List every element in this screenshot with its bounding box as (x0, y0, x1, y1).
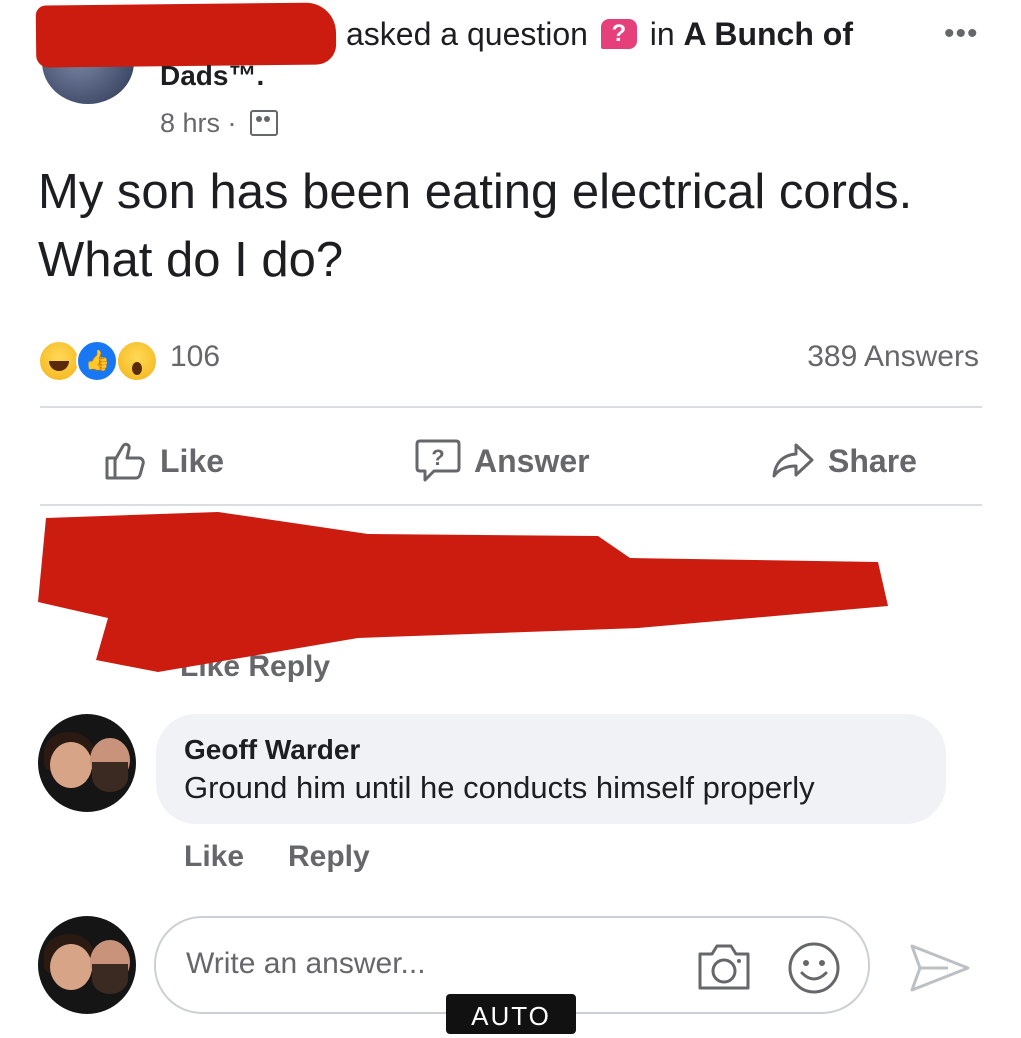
like-label: Like (160, 442, 225, 479)
share-label: Share (828, 442, 917, 479)
share-button[interactable]: Share (770, 436, 917, 486)
question-text: My son has been eating electrical cords.… (38, 165, 913, 287)
comment-bubble (156, 714, 946, 824)
reaction-count[interactable]: 106 (170, 340, 220, 374)
comment-text: Ground him until he conducts himself pro… (184, 770, 815, 805)
comment-reply-button[interactable]: Reply (288, 840, 370, 874)
divider (40, 406, 982, 408)
camera-icon[interactable] (694, 940, 754, 994)
group-audience-icon (250, 109, 279, 136)
thumbs-up-icon (105, 442, 145, 480)
post-header: asked a question ? in A Bunch of (346, 16, 853, 53)
action-text: asked a question (346, 16, 588, 52)
share-arrow-icon (772, 443, 814, 478)
group-name-continued[interactable]: Dads™. (160, 60, 264, 92)
wow-icon (116, 340, 158, 382)
answer-button[interactable]: ? Answer (414, 436, 590, 486)
emoji-icon[interactable] (786, 940, 842, 996)
answer-input[interactable] (184, 946, 668, 982)
group-name-link[interactable]: A Bunch of (684, 16, 853, 52)
in-text: in (649, 16, 675, 52)
redacted-comment (38, 512, 888, 672)
auto-badge: AUTO (446, 994, 576, 1034)
commenter-avatar[interactable] (38, 714, 136, 812)
comment-like-button[interactable]: Like (184, 840, 244, 874)
post-timestamp[interactable]: 8 hrs · (160, 108, 279, 139)
question-bubble-icon: ? (415, 439, 461, 482)
like-button[interactable]: Like (104, 436, 224, 486)
question-badge-icon: ? (600, 18, 637, 49)
like-reaction-icon (76, 340, 118, 382)
answer-label: Answer (474, 442, 590, 479)
divider (40, 504, 982, 506)
time-text: 8 hrs · (160, 108, 237, 138)
haha-icon (38, 340, 80, 382)
send-icon[interactable] (908, 940, 972, 996)
comment-author[interactable]: Geoff Warder (184, 734, 360, 766)
redacted-poster-name (35, 2, 337, 68)
more-options-icon[interactable]: ••• (944, 19, 979, 49)
current-user-avatar (38, 916, 136, 1014)
answers-count[interactable]: 389 Answers (807, 340, 979, 374)
svg-text:?: ? (431, 445, 444, 470)
